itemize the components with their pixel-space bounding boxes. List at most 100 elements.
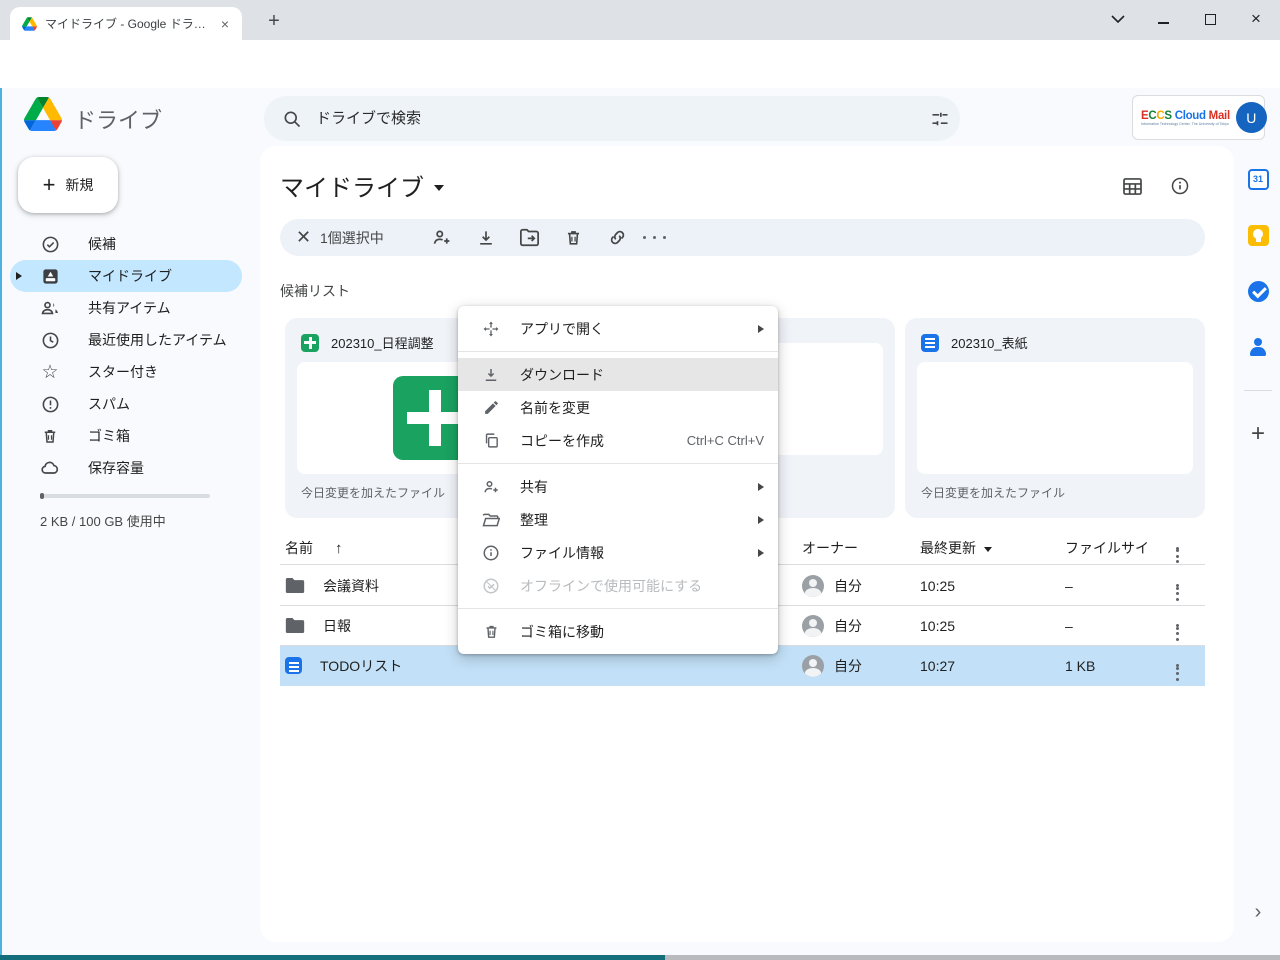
trash-icon [482, 623, 500, 641]
get-link-icon[interactable] [596, 226, 640, 250]
tab-close-icon[interactable]: × [216, 15, 234, 33]
folder-open-icon [482, 511, 500, 529]
new-button[interactable]: + 新規 [18, 157, 118, 213]
column-owner[interactable]: オーナー [802, 532, 858, 564]
info-icon [482, 544, 500, 562]
menu-item-organize[interactable]: 整理 [458, 503, 778, 536]
menu-item-share[interactable]: 共有 [458, 470, 778, 503]
expand-caret-icon[interactable] [16, 272, 22, 280]
sidebar-nav: 候補 マイドライブ 共有アイテム 最近使用したアイテム ☆ スター付き スパム [2, 228, 252, 484]
page-title[interactable]: マイドライブ [280, 168, 444, 203]
window-minimize-button[interactable] [1145, 6, 1181, 32]
column-name[interactable]: 名前↑ [285, 532, 343, 564]
window-menu-chevron-icon[interactable] [1100, 6, 1136, 32]
tab-title: マイドライブ - Google ドライブ [45, 15, 208, 32]
details-info-icon[interactable] [1168, 174, 1192, 198]
people-icon [40, 298, 60, 318]
card-caption: 今日変更を加えたファイル [905, 474, 1205, 501]
spam-icon [40, 394, 60, 414]
owner-avatar [802, 615, 824, 637]
selection-toolbar: ✕ 1個選択中 [280, 219, 1205, 256]
file-card-doc[interactable]: 202310_表紙 今日変更を加えたファイル [905, 318, 1205, 518]
new-tab-button[interactable]: + [262, 10, 286, 34]
offline-check-icon [482, 577, 500, 595]
sidebar-item-my-drive[interactable]: マイドライブ [10, 260, 242, 292]
menu-item-file-info[interactable]: ファイル情報 [458, 536, 778, 569]
move-to-folder-icon[interactable] [508, 226, 552, 250]
clear-selection-icon[interactable]: ✕ [296, 227, 320, 248]
account-badge-subtitle: Information Technology Center, The Unive… [1141, 122, 1230, 126]
menu-divider [458, 463, 778, 464]
folder-icon [285, 577, 305, 594]
browser-toolbar: drive.google.com/drive/my-drive ☆ U [0, 40, 1280, 88]
selection-count: 1個選択中 [320, 228, 384, 248]
plus-icon: + [43, 175, 56, 195]
grid-view-icon[interactable] [1120, 174, 1144, 198]
menu-item-make-copy[interactable]: コピーを作成 Ctrl+C Ctrl+V [458, 424, 778, 457]
sidebar-item-suggested[interactable]: 候補 [2, 228, 252, 260]
copy-icon [482, 432, 500, 450]
chevron-down-icon [434, 185, 444, 191]
sheets-file-icon [301, 334, 319, 352]
search-bar[interactable] [264, 96, 960, 141]
share-person-add-icon[interactable] [420, 226, 464, 250]
tasks-icon[interactable] [1242, 275, 1274, 307]
search-input[interactable] [316, 110, 916, 127]
browser-tab[interactable]: マイドライブ - Google ドライブ × [10, 7, 242, 40]
sort-desc-icon [984, 547, 992, 552]
drive-favicon [22, 17, 37, 31]
submenu-arrow-icon [758, 325, 764, 333]
sidebar-item-recent[interactable]: 最近使用したアイテム [2, 324, 252, 356]
download-icon[interactable] [464, 226, 508, 250]
sidebar-item-storage[interactable]: 保存容量 [2, 452, 252, 484]
menu-item-download[interactable]: ダウンロード [458, 358, 778, 391]
add-addon-icon[interactable]: + [1242, 418, 1274, 450]
sidebar-item-starred[interactable]: ☆ スター付き [2, 356, 252, 388]
window-maximize-button[interactable] [1192, 6, 1228, 32]
drive-app-name: ドライブ [74, 103, 162, 135]
menu-divider [458, 608, 778, 609]
browser-tabstrip: マイドライブ - Google ドライブ × + × [0, 0, 1280, 40]
check-circle-icon [40, 234, 60, 254]
sidebar-item-spam[interactable]: スパム [2, 388, 252, 420]
sort-asc-icon: ↑ [335, 540, 343, 557]
hide-side-panel-icon[interactable]: › [1242, 896, 1274, 928]
sidebar-item-trash[interactable]: ゴミ箱 [2, 420, 252, 452]
submenu-arrow-icon [758, 483, 764, 491]
side-panel-divider [1244, 390, 1272, 391]
more-actions-icon[interactable] [640, 226, 670, 250]
window-border-bottom-right [665, 955, 1280, 960]
menu-item-offline: オフラインで使用可能にする [458, 569, 778, 602]
clock-icon [40, 330, 60, 350]
menu-item-rename[interactable]: 名前を変更 [458, 391, 778, 424]
table-header-menu-icon[interactable] [1176, 532, 1179, 564]
delete-icon[interactable] [552, 226, 596, 250]
card-file-name: 202310_日程調整 [331, 333, 434, 352]
keep-icon[interactable] [1242, 219, 1274, 251]
card-file-name: 202310_表紙 [951, 333, 1028, 352]
folder-icon [285, 617, 305, 634]
window-border-bottom-left [0, 955, 665, 960]
storage-usage-text: 2 KB / 100 GB 使用中 [40, 511, 166, 530]
contacts-icon[interactable] [1242, 331, 1274, 363]
row-menu-icon[interactable] [1176, 566, 1179, 605]
row-menu-icon[interactable] [1176, 606, 1179, 645]
new-button-label: 新規 [65, 175, 93, 195]
account-badge[interactable]: ECCS Cloud Mail Information Technology C… [1132, 95, 1265, 140]
sidebar-item-shared[interactable]: 共有アイテム [2, 292, 252, 324]
row-menu-icon[interactable] [1176, 646, 1179, 685]
docs-file-icon [285, 657, 302, 674]
menu-item-open-with[interactable]: アプリで開く [458, 312, 778, 345]
calendar-icon[interactable]: 31 [1242, 163, 1274, 195]
menu-item-move-to-trash[interactable]: ゴミ箱に移動 [458, 615, 778, 648]
owner-avatar [802, 655, 824, 677]
search-options-icon[interactable] [930, 109, 950, 129]
cloud-icon [40, 458, 60, 478]
window-close-button[interactable]: × [1238, 6, 1274, 32]
column-size[interactable]: ファイルサイ [1065, 532, 1149, 564]
column-modified[interactable]: 最終更新 [920, 532, 992, 564]
menu-divider [458, 351, 778, 352]
docs-file-icon [921, 334, 939, 352]
account-badge-title: ECCS Cloud Mail [1141, 110, 1230, 122]
drive-avatar[interactable]: U [1236, 102, 1267, 133]
